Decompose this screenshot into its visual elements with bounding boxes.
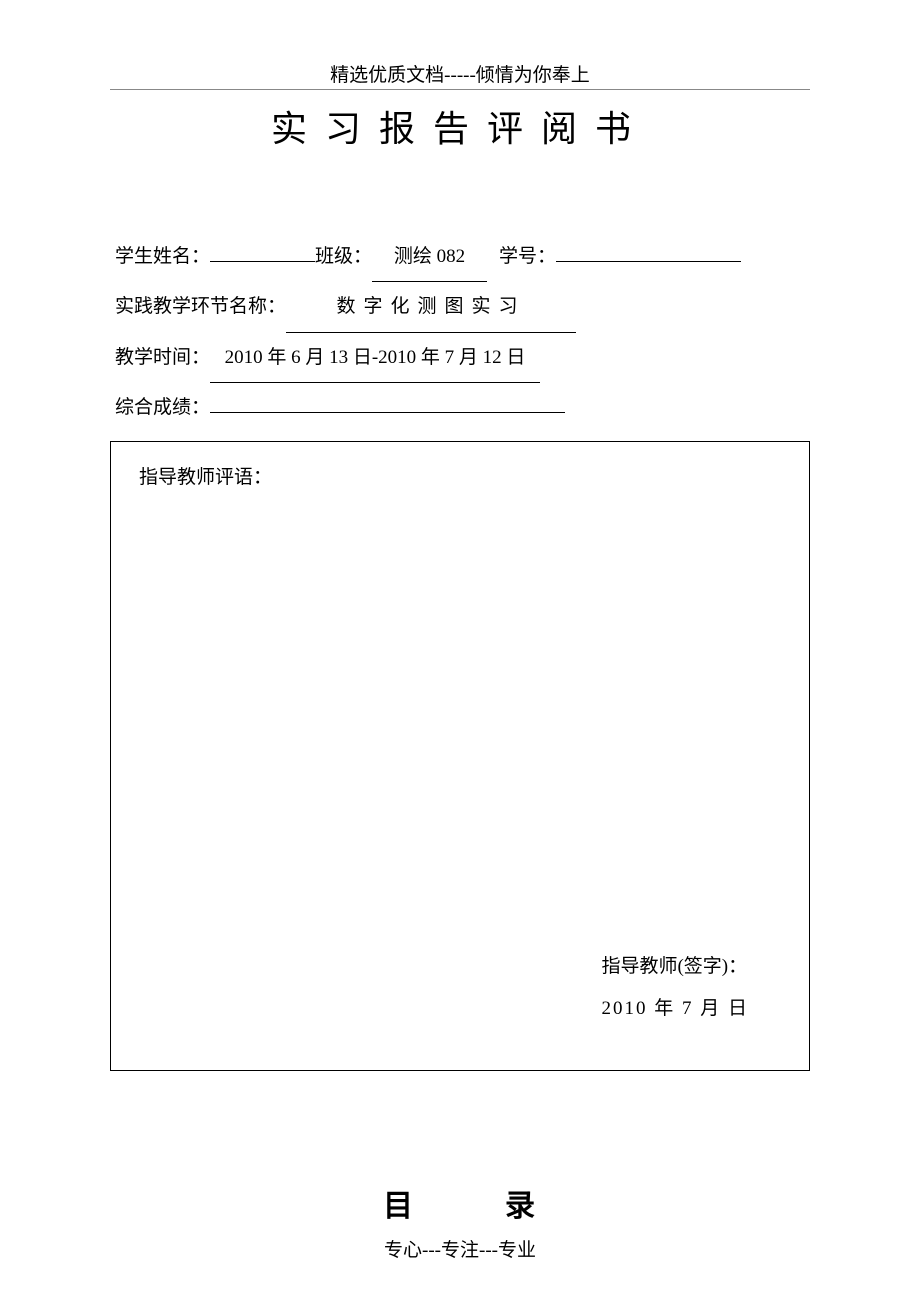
toc-mu: 目	[383, 1190, 415, 1223]
field-class[interactable]: 测绘 082	[372, 232, 487, 282]
label-student-name: 学生姓名：	[115, 232, 210, 281]
row-score: 综合成绩：	[115, 383, 810, 432]
label-comment: 指导教师评语：	[139, 462, 781, 489]
doc-header: 精选优质文档-----倾情为你奉上	[110, 60, 810, 87]
field-sid[interactable]	[556, 261, 741, 262]
signature-date: 2010 年 7 月 日	[601, 988, 749, 1030]
row-name-class-sid: 学生姓名： 班级： 测绘 082 学号：	[115, 232, 810, 282]
field-score[interactable]	[210, 412, 565, 413]
label-score: 综合成绩：	[115, 383, 210, 432]
field-student-name[interactable]	[210, 261, 315, 262]
page-title: 实习报告评阅书	[110, 100, 810, 152]
label-time: 教学时间：	[115, 333, 210, 382]
label-class: 班级：	[315, 232, 372, 281]
row-course: 实践教学环节名称： 数字化测图实习	[115, 282, 810, 332]
doc-footer: 专心---专注---专业	[0, 1235, 920, 1262]
signature-block: 指导教师(签字)： 2010 年 7 月 日	[601, 946, 749, 1030]
header-divider	[110, 89, 810, 90]
field-course[interactable]: 数字化测图实习	[286, 282, 576, 332]
toc-title: 目录	[110, 1181, 810, 1225]
label-sid: 学号：	[499, 232, 556, 281]
comment-box: 指导教师评语： 指导教师(签字)： 2010 年 7 月 日	[110, 441, 810, 1071]
field-time[interactable]: 2010 年 6 月 13 日-2010 年 7 月 12 日	[210, 333, 540, 383]
toc-lu: 录	[505, 1190, 537, 1223]
info-block: 学生姓名： 班级： 测绘 082 学号： 实践教学环节名称： 数字化测图实习 教…	[115, 232, 810, 433]
label-course: 实践教学环节名称：	[115, 282, 286, 331]
label-signature: 指导教师(签字)：	[601, 946, 749, 988]
row-time: 教学时间： 2010 年 6 月 13 日-2010 年 7 月 12 日	[115, 333, 810, 383]
